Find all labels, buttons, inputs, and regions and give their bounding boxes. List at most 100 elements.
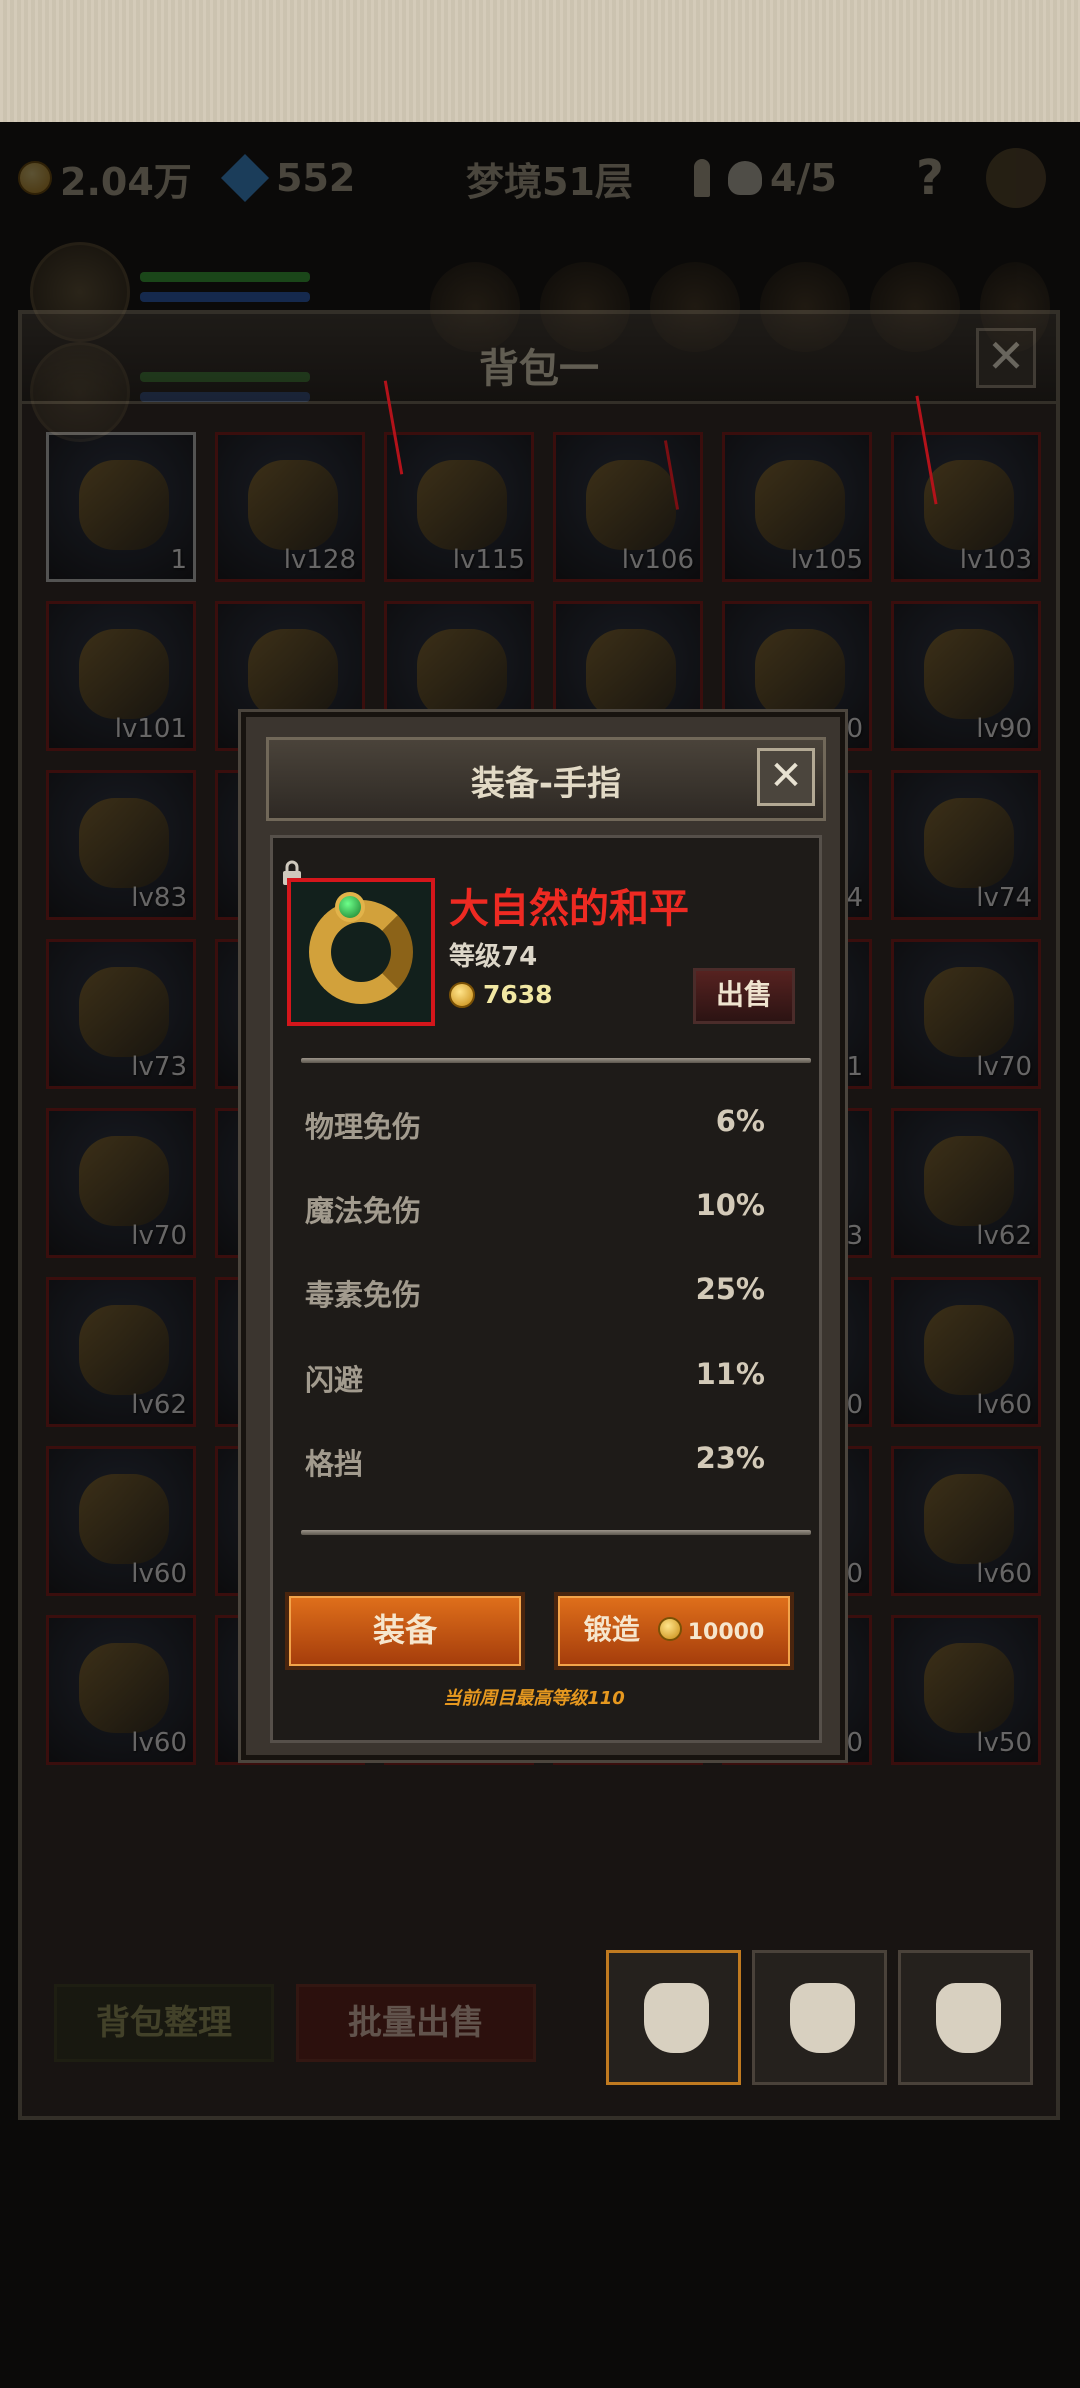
boots-icon	[79, 1643, 169, 1733]
slot-level: lv103	[959, 545, 1032, 575]
forge-label: 锻造	[583, 1613, 640, 1646]
bag-tab-1[interactable]	[606, 1950, 741, 2085]
bag-slot[interactable]: lv73	[46, 939, 196, 1089]
slot-level: lv60	[131, 1559, 187, 1589]
kills-value: 4/5	[770, 156, 837, 200]
key-icon	[694, 159, 710, 197]
item-name: 大自然的和平	[449, 886, 689, 932]
sack-icon	[644, 1983, 709, 2053]
sell-button[interactable]: 出售	[693, 968, 795, 1024]
slot-level: lv62	[131, 1390, 187, 1420]
settings-icon[interactable]	[986, 148, 1046, 208]
help-button[interactable]: ?	[916, 142, 944, 214]
bag-close-button[interactable]: ✕	[976, 328, 1036, 388]
stat-row: 毒素免伤 25%	[305, 1264, 765, 1314]
slot-level: lv101	[114, 714, 187, 744]
bag-slot[interactable]: lv60	[46, 1615, 196, 1765]
slot-level: lv60	[976, 1390, 1032, 1420]
sort-bag-button[interactable]: 背包整理	[54, 1984, 274, 2062]
stat-name: 闪避	[305, 1363, 364, 1397]
gun-icon	[79, 629, 169, 719]
bag-slot[interactable]: lv103	[891, 432, 1041, 582]
slot-level: 1	[846, 1052, 863, 1082]
ring-icon	[924, 460, 1014, 550]
divider	[301, 1530, 811, 1535]
bag-slot[interactable]: lv74	[891, 770, 1041, 920]
slot-level: lv50	[976, 1728, 1032, 1758]
gold-counter: 2.04万	[18, 142, 192, 214]
mp-bar	[140, 292, 310, 302]
slot-level: lv74	[976, 883, 1032, 913]
slot-level: lv73	[131, 1052, 187, 1082]
slot-level: lv90	[976, 714, 1032, 744]
glove-icon	[924, 1643, 1014, 1733]
bag-tab-3[interactable]	[898, 1950, 1033, 2085]
bulk-sell-button[interactable]: 批量出售	[296, 1984, 536, 2062]
bag-slot[interactable]: lv60	[891, 1277, 1041, 1427]
bag-slot[interactable]: lv62	[46, 1277, 196, 1427]
dialog-header: 装备-手指 ✕	[266, 737, 826, 821]
hp-bar	[140, 272, 310, 282]
bag-slot[interactable]: lv60	[46, 1446, 196, 1596]
close-icon: ✕	[986, 329, 1026, 383]
bag-slot[interactable]: lv106	[553, 432, 703, 582]
bag-slot[interactable]: 1	[46, 432, 196, 582]
stat-value: 6%	[715, 1104, 765, 1138]
slot-level: lv128	[283, 545, 356, 575]
bag-slot[interactable]: lv128	[215, 432, 365, 582]
hidden-icon	[586, 629, 676, 719]
bag-slot[interactable]: lv105	[722, 432, 872, 582]
stat-name: 格挡	[305, 1447, 364, 1481]
slot-level: lv60	[131, 1728, 187, 1758]
bag-slot[interactable]: lv115	[384, 432, 534, 582]
slot-level: 0	[846, 1559, 863, 1589]
equip-button[interactable]: 装备	[285, 1592, 525, 1670]
bag-tab-2[interactable]	[752, 1950, 887, 2085]
ring-gem-icon	[335, 892, 365, 922]
axe-icon	[924, 967, 1014, 1057]
help-text: ?	[916, 150, 944, 206]
forge-button[interactable]: 锻造 10000	[554, 1592, 794, 1670]
item-level: 等级74	[449, 942, 538, 972]
dialog-close-button[interactable]: ✕	[757, 748, 815, 806]
stat-value: 23%	[695, 1441, 765, 1475]
cake-icon	[79, 460, 169, 550]
stat-value: 11%	[695, 1357, 765, 1391]
slot-level: lv115	[452, 545, 525, 575]
divider	[301, 1058, 811, 1063]
bulk-sell-label: 批量出售	[348, 2003, 484, 2043]
bag-slot[interactable]: lv83	[46, 770, 196, 920]
pendulum-icon	[924, 1474, 1014, 1564]
close-icon: ✕	[769, 753, 803, 799]
equip-label: 装备	[372, 1611, 437, 1649]
gold-coin-icon	[657, 1617, 682, 1641]
stat-value: 10%	[695, 1188, 765, 1222]
shield-icon	[924, 1136, 1014, 1226]
bag-slot[interactable]: lv101	[46, 601, 196, 751]
slot-level: 3	[846, 1221, 863, 1251]
gold-value: 2.04万	[60, 159, 192, 204]
sword-icon	[79, 1474, 169, 1564]
gold-coin-icon	[449, 982, 475, 1008]
bag-slot[interactable]: lv70	[46, 1108, 196, 1258]
status-bar-area	[0, 0, 1080, 122]
stat-name: 毒素免伤	[305, 1278, 422, 1312]
bag-slot[interactable]: lv70	[891, 939, 1041, 1089]
item-icon[interactable]	[287, 878, 435, 1026]
boots-icon	[79, 798, 169, 888]
slot-level: lv60	[976, 1559, 1032, 1589]
armor-icon	[586, 460, 676, 550]
stat-name: 魔法免伤	[305, 1194, 422, 1228]
slot-level: lv106	[621, 545, 694, 575]
sort-bag-label: 背包整理	[96, 2003, 232, 2043]
slot-level: 1	[170, 545, 187, 575]
forge-cost: 10000	[687, 1620, 765, 1645]
slot-level: 4	[846, 883, 863, 913]
sack-icon	[936, 1983, 1001, 2053]
bag-slot[interactable]: lv60	[891, 1446, 1041, 1596]
item-price: 7638	[483, 980, 553, 1009]
bag-slot[interactable]: lv62	[891, 1108, 1041, 1258]
floor-text: 梦境51层	[466, 159, 633, 204]
bag-slot[interactable]: lv90	[891, 601, 1041, 751]
bag-slot[interactable]: lv50	[891, 1615, 1041, 1765]
